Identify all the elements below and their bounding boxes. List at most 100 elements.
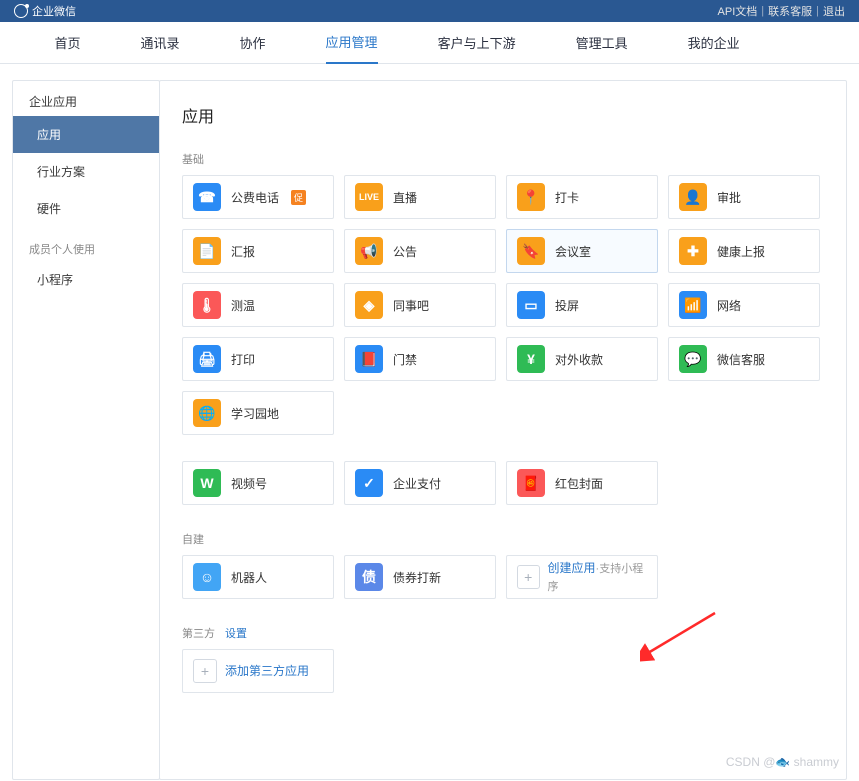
app-label: 债券打新 [393, 569, 441, 586]
app-tile-basic-15[interactable]: 💬 微信客服 [668, 337, 820, 381]
add-thirdparty-button[interactable]: + 添加第三方应用 [182, 649, 334, 693]
sidebar: 企业应用 应用 行业方案 硬件 成员个人使用 小程序 [12, 80, 160, 780]
app-tile-basic-6[interactable]: 🔖 会议室 [506, 229, 658, 273]
app-icon: 📢 [355, 237, 383, 265]
watermark: CSDN @🐟 shammy [726, 755, 839, 769]
content: 应用 基础 ☎ 公费电话促 LIVE 直播 📍 打卡 👤 审批 📄 汇报 📢 公告 🔖 会议室 ✚ 健康上报 🌡… [159, 80, 847, 780]
app-tile-extra-0[interactable]: W 视频号 [182, 461, 334, 505]
app-label: 投屏 [555, 297, 579, 314]
app-label: 红包封面 [555, 475, 603, 492]
app-label: 视频号 [231, 475, 267, 492]
app-icon: 🌐 [193, 399, 221, 427]
app-label: 会议室 [555, 243, 591, 260]
app-icon: 债 [355, 563, 383, 591]
app-label: 直播 [393, 189, 417, 206]
app-label: 汇报 [231, 243, 255, 260]
app-label: 打卡 [555, 189, 579, 206]
app-tile-basic-9[interactable]: ◈ 同事吧 [344, 283, 496, 327]
app-icon: ☺ [193, 563, 221, 591]
app-tile-basic-1[interactable]: LIVE 直播 [344, 175, 496, 219]
section-thirdparty-label: 第三方 [182, 625, 215, 641]
app-icon: 📕 [355, 345, 383, 373]
app-tile-basic-14[interactable]: ¥ 对外收款 [506, 337, 658, 381]
app-icon: ¥ [517, 345, 545, 373]
app-tile-custom-1[interactable]: 债债券打新 [344, 555, 496, 599]
brand-icon [14, 4, 28, 18]
app-icon: 📶 [679, 291, 707, 319]
plus-icon: + [193, 659, 217, 683]
app-tile-basic-4[interactable]: 📄 汇报 [182, 229, 334, 273]
app-tile-basic-12[interactable]: 🖨 打印 [182, 337, 334, 381]
thirdparty-config-link[interactable]: 设置 [225, 625, 247, 641]
app-tile-basic-7[interactable]: ✚ 健康上报 [668, 229, 820, 273]
app-tile-basic-10[interactable]: ▭ 投屏 [506, 283, 658, 327]
app-icon: 📄 [193, 237, 221, 265]
nav-item-5[interactable]: 管理工具 [576, 22, 628, 64]
sidebar-item-industry[interactable]: 行业方案 [13, 153, 159, 190]
section-custom-label: 自建 [182, 531, 846, 547]
ghost-title: 创建应用 [548, 561, 596, 575]
create-app-button[interactable]: +创建应用·支持小程序 [506, 555, 658, 599]
top-links: API文档 | 联系客服 | 退出 [718, 3, 845, 19]
app-icon: 🧧 [517, 469, 545, 497]
sidebar-item-hardware[interactable]: 硬件 [13, 190, 159, 227]
app-label: 机器人 [231, 569, 267, 586]
app-tile-basic-8[interactable]: 🌡 测温 [182, 283, 334, 327]
app-icon: 🌡 [193, 291, 221, 319]
app-label: 测温 [231, 297, 255, 314]
brand: 企业微信 [14, 3, 76, 19]
badge: 促 [291, 190, 306, 205]
plus-icon: + [517, 565, 540, 589]
nav-item-0[interactable]: 首页 [55, 22, 81, 64]
app-tile-basic-11[interactable]: 📶 网络 [668, 283, 820, 327]
app-label: 门禁 [393, 351, 417, 368]
app-tile-basic-2[interactable]: 📍 打卡 [506, 175, 658, 219]
app-label: 公告 [393, 243, 417, 260]
contact-link[interactable]: 联系客服 [768, 3, 812, 19]
app-label: 微信客服 [717, 351, 765, 368]
app-label: 网络 [717, 297, 741, 314]
app-icon: ✚ [679, 237, 707, 265]
page-title: 应用 [182, 103, 846, 127]
sidebar-section-personal: 成员个人使用 [13, 227, 159, 261]
app-label: 公费电话 [231, 189, 279, 206]
app-label: 对外收款 [555, 351, 603, 368]
app-icon: ▭ [517, 291, 545, 319]
app-tile-basic-13[interactable]: 📕 门禁 [344, 337, 496, 381]
app-tile-basic-5[interactable]: 📢 公告 [344, 229, 496, 273]
sidebar-item-apps[interactable]: 应用 [13, 116, 159, 153]
app-label: 健康上报 [717, 243, 765, 260]
app-tile-basic-3[interactable]: 👤 审批 [668, 175, 820, 219]
nav-item-2[interactable]: 协作 [240, 22, 266, 64]
nav-item-4[interactable]: 客户与上下游 [438, 22, 516, 64]
nav-item-3[interactable]: 应用管理 [326, 22, 378, 64]
app-label: 同事吧 [393, 297, 429, 314]
sidebar-item-miniprogram[interactable]: 小程序 [13, 261, 159, 298]
app-label: 学习园地 [231, 405, 279, 422]
app-icon: 🖨 [193, 345, 221, 373]
app-tile-basic-16[interactable]: 🌐 学习园地 [182, 391, 334, 435]
section-basic-label: 基础 [182, 151, 846, 167]
app-label: 企业支付 [393, 475, 441, 492]
app-icon: ✓ [355, 469, 383, 497]
ghost-title: 添加第三方应用 [225, 664, 309, 678]
app-icon: W [193, 469, 221, 497]
app-tile-basic-0[interactable]: ☎ 公费电话促 [182, 175, 334, 219]
app-icon: 📍 [517, 183, 545, 211]
nav-item-6[interactable]: 我的企业 [688, 22, 740, 64]
app-label: 打印 [231, 351, 255, 368]
app-icon: 💬 [679, 345, 707, 373]
app-icon: 👤 [679, 183, 707, 211]
app-tile-extra-2[interactable]: 🧧 红包封面 [506, 461, 658, 505]
app-tile-extra-1[interactable]: ✓ 企业支付 [344, 461, 496, 505]
logout-link[interactable]: 退出 [823, 3, 845, 19]
brand-label: 企业微信 [32, 3, 76, 19]
api-doc-link[interactable]: API文档 [718, 3, 758, 19]
app-icon: 🔖 [517, 237, 545, 265]
app-label: 审批 [717, 189, 741, 206]
app-icon: LIVE [355, 183, 383, 211]
nav-item-1[interactable]: 通讯录 [141, 22, 180, 64]
app-icon: ☎ [193, 183, 221, 211]
app-tile-custom-0[interactable]: ☺ 机器人 [182, 555, 334, 599]
app-icon: ◈ [355, 291, 383, 319]
